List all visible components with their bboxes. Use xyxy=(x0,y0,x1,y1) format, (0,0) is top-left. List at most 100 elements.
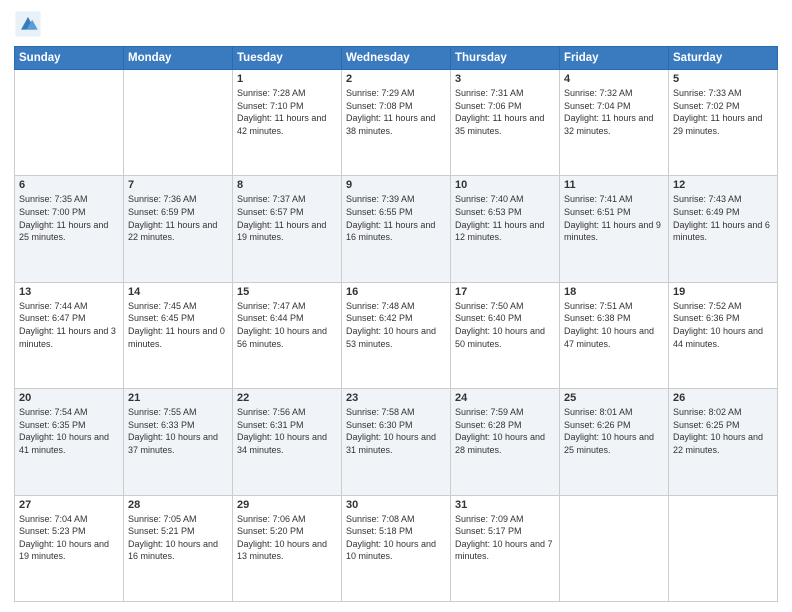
calendar-week-row: 20Sunrise: 7:54 AMSunset: 6:35 PMDayligh… xyxy=(15,389,778,495)
day-number: 17 xyxy=(455,286,555,298)
day-detail: Sunrise: 7:54 AMSunset: 6:35 PMDaylight:… xyxy=(19,406,119,456)
day-number: 19 xyxy=(673,286,773,298)
calendar-cell: 23Sunrise: 7:58 AMSunset: 6:30 PMDayligh… xyxy=(342,389,451,495)
day-detail: Sunrise: 7:41 AMSunset: 6:51 PMDaylight:… xyxy=(564,193,664,243)
calendar-cell: 8 Sunrise: 7:37 AMSunset: 6:57 PMDaylight… xyxy=(233,176,342,282)
day-number: 24 xyxy=(455,392,555,404)
calendar-cell: 1Sunrise: 7:28 AMSunset: 7:10 PMDaylight… xyxy=(233,70,342,176)
calendar-cell: 5 Sunrise: 7:33 AMSunset: 7:02 PMDaylight… xyxy=(669,70,778,176)
calendar-cell: 10 Sunrise: 7:40 AMSunset: 6:53 PMDayligh… xyxy=(451,176,560,282)
day-number: 25 xyxy=(564,392,664,404)
calendar-cell: 19 Sunrise: 7:52 AMSunset: 6:36 PMDayligh… xyxy=(669,282,778,388)
day-detail: Sunrise: 7:36 AMSunset: 6:59 PMDaylight:… xyxy=(128,193,228,243)
calendar-table: SundayMondayTuesdayWednesdayThursdayFrid… xyxy=(14,46,778,602)
calendar-cell xyxy=(124,70,233,176)
day-number: 3 xyxy=(455,73,555,85)
day-detail: Sunrise: 7:43 AMSunset: 6:49 PMDaylight:… xyxy=(673,193,773,243)
calendar-header-saturday: Saturday xyxy=(669,47,778,70)
calendar-cell xyxy=(560,495,669,601)
day-number: 21 xyxy=(128,392,228,404)
day-detail: Sunrise: 7:40 AMSunset: 6:53 PMDaylight:… xyxy=(455,193,555,243)
calendar-cell xyxy=(15,70,124,176)
calendar-cell: 11Sunrise: 7:41 AMSunset: 6:51 PMDayligh… xyxy=(560,176,669,282)
day-detail: Sunrise: 7:28 AMSunset: 7:10 PMDaylight:… xyxy=(237,87,337,137)
day-detail: Sunrise: 7:56 AMSunset: 6:31 PMDaylight:… xyxy=(237,406,337,456)
day-detail: Sunrise: 7:45 AMSunset: 6:45 PMDaylight:… xyxy=(128,300,228,350)
calendar-header-friday: Friday xyxy=(560,47,669,70)
day-number: 5 xyxy=(673,73,773,85)
day-number: 12 xyxy=(673,179,773,191)
calendar-cell: 30Sunrise: 7:08 AMSunset: 5:18 PMDayligh… xyxy=(342,495,451,601)
calendar-cell: 28 Sunrise: 7:05 AMSunset: 5:21 PMDayligh… xyxy=(124,495,233,601)
page: SundayMondayTuesdayWednesdayThursdayFrid… xyxy=(0,0,792,612)
calendar-week-row: 13 Sunrise: 7:44 AMSunset: 6:47 PMDayligh… xyxy=(15,282,778,388)
calendar-cell: 15Sunrise: 7:47 AMSunset: 6:44 PMDayligh… xyxy=(233,282,342,388)
day-detail: Sunrise: 7:52 AMSunset: 6:36 PMDaylight:… xyxy=(673,300,773,350)
calendar-cell: 22 Sunrise: 7:56 AMSunset: 6:31 PMDayligh… xyxy=(233,389,342,495)
calendar-cell: 18 Sunrise: 7:51 AMSunset: 6:38 PMDayligh… xyxy=(560,282,669,388)
calendar-week-row: 1Sunrise: 7:28 AMSunset: 7:10 PMDaylight… xyxy=(15,70,778,176)
calendar-cell: 17 Sunrise: 7:50 AMSunset: 6:40 PMDayligh… xyxy=(451,282,560,388)
day-detail: Sunrise: 8:01 AMSunset: 6:26 PMDaylight:… xyxy=(564,406,664,456)
calendar-week-row: 27 Sunrise: 7:04 AMSunset: 5:23 PMDayligh… xyxy=(15,495,778,601)
day-number: 31 xyxy=(455,499,555,511)
calendar-header-row: SundayMondayTuesdayWednesdayThursdayFrid… xyxy=(15,47,778,70)
day-detail: Sunrise: 7:35 AMSunset: 7:00 PMDaylight:… xyxy=(19,193,119,243)
calendar-cell: 27 Sunrise: 7:04 AMSunset: 5:23 PMDayligh… xyxy=(15,495,124,601)
header xyxy=(14,10,778,38)
calendar-header-monday: Monday xyxy=(124,47,233,70)
calendar-header-wednesday: Wednesday xyxy=(342,47,451,70)
calendar-cell: 26Sunrise: 8:02 AMSunset: 6:25 PMDayligh… xyxy=(669,389,778,495)
calendar-cell: 9Sunrise: 7:39 AMSunset: 6:55 PMDaylight… xyxy=(342,176,451,282)
calendar-week-row: 6 Sunrise: 7:35 AMSunset: 7:00 PMDaylight… xyxy=(15,176,778,282)
calendar-cell: 13 Sunrise: 7:44 AMSunset: 6:47 PMDayligh… xyxy=(15,282,124,388)
day-detail: Sunrise: 7:55 AMSunset: 6:33 PMDaylight:… xyxy=(128,406,228,456)
day-detail: Sunrise: 7:09 AMSunset: 5:17 PMDaylight:… xyxy=(455,513,555,563)
day-detail: Sunrise: 7:37 AMSunset: 6:57 PMDaylight:… xyxy=(237,193,337,243)
calendar-cell: 21 Sunrise: 7:55 AMSunset: 6:33 PMDayligh… xyxy=(124,389,233,495)
calendar-cell xyxy=(669,495,778,601)
day-detail: Sunrise: 7:48 AMSunset: 6:42 PMDaylight:… xyxy=(346,300,446,350)
day-number: 27 xyxy=(19,499,119,511)
day-number: 16 xyxy=(346,286,446,298)
day-detail: Sunrise: 7:33 AMSunset: 7:02 PMDaylight:… xyxy=(673,87,773,137)
calendar-cell: 31 Sunrise: 7:09 AMSunset: 5:17 PMDayligh… xyxy=(451,495,560,601)
calendar-cell: 7 Sunrise: 7:36 AMSunset: 6:59 PMDaylight… xyxy=(124,176,233,282)
calendar-header-thursday: Thursday xyxy=(451,47,560,70)
calendar-cell: 25 Sunrise: 8:01 AMSunset: 6:26 PMDayligh… xyxy=(560,389,669,495)
day-detail: Sunrise: 7:39 AMSunset: 6:55 PMDaylight:… xyxy=(346,193,446,243)
day-detail: Sunrise: 7:50 AMSunset: 6:40 PMDaylight:… xyxy=(455,300,555,350)
day-detail: Sunrise: 7:31 AMSunset: 7:06 PMDaylight:… xyxy=(455,87,555,137)
day-number: 22 xyxy=(237,392,337,404)
calendar-cell: 4Sunrise: 7:32 AMSunset: 7:04 PMDaylight… xyxy=(560,70,669,176)
day-detail: Sunrise: 7:44 AMSunset: 6:47 PMDaylight:… xyxy=(19,300,119,350)
day-number: 26 xyxy=(673,392,773,404)
day-number: 13 xyxy=(19,286,119,298)
day-detail: Sunrise: 7:58 AMSunset: 6:30 PMDaylight:… xyxy=(346,406,446,456)
calendar-cell: 20Sunrise: 7:54 AMSunset: 6:35 PMDayligh… xyxy=(15,389,124,495)
day-detail: Sunrise: 7:59 AMSunset: 6:28 PMDaylight:… xyxy=(455,406,555,456)
day-number: 30 xyxy=(346,499,446,511)
day-detail: Sunrise: 7:04 AMSunset: 5:23 PMDaylight:… xyxy=(19,513,119,563)
day-number: 2 xyxy=(346,73,446,85)
logo xyxy=(14,10,46,38)
day-detail: Sunrise: 7:06 AMSunset: 5:20 PMDaylight:… xyxy=(237,513,337,563)
calendar-cell: 24 Sunrise: 7:59 AMSunset: 6:28 PMDayligh… xyxy=(451,389,560,495)
logo-icon xyxy=(14,10,42,38)
day-number: 10 xyxy=(455,179,555,191)
day-number: 28 xyxy=(128,499,228,511)
day-detail: Sunrise: 7:51 AMSunset: 6:38 PMDaylight:… xyxy=(564,300,664,350)
day-number: 18 xyxy=(564,286,664,298)
day-number: 6 xyxy=(19,179,119,191)
calendar-header-tuesday: Tuesday xyxy=(233,47,342,70)
day-detail: Sunrise: 7:29 AMSunset: 7:08 PMDaylight:… xyxy=(346,87,446,137)
calendar-cell: 6 Sunrise: 7:35 AMSunset: 7:00 PMDaylight… xyxy=(15,176,124,282)
day-number: 8 xyxy=(237,179,337,191)
day-detail: Sunrise: 7:32 AMSunset: 7:04 PMDaylight:… xyxy=(564,87,664,137)
calendar-cell: 2 Sunrise: 7:29 AMSunset: 7:08 PMDaylight… xyxy=(342,70,451,176)
calendar-cell: 14Sunrise: 7:45 AMSunset: 6:45 PMDayligh… xyxy=(124,282,233,388)
calendar-cell: 3 Sunrise: 7:31 AMSunset: 7:06 PMDaylight… xyxy=(451,70,560,176)
day-detail: Sunrise: 7:05 AMSunset: 5:21 PMDaylight:… xyxy=(128,513,228,563)
calendar-cell: 29Sunrise: 7:06 AMSunset: 5:20 PMDayligh… xyxy=(233,495,342,601)
day-number: 7 xyxy=(128,179,228,191)
